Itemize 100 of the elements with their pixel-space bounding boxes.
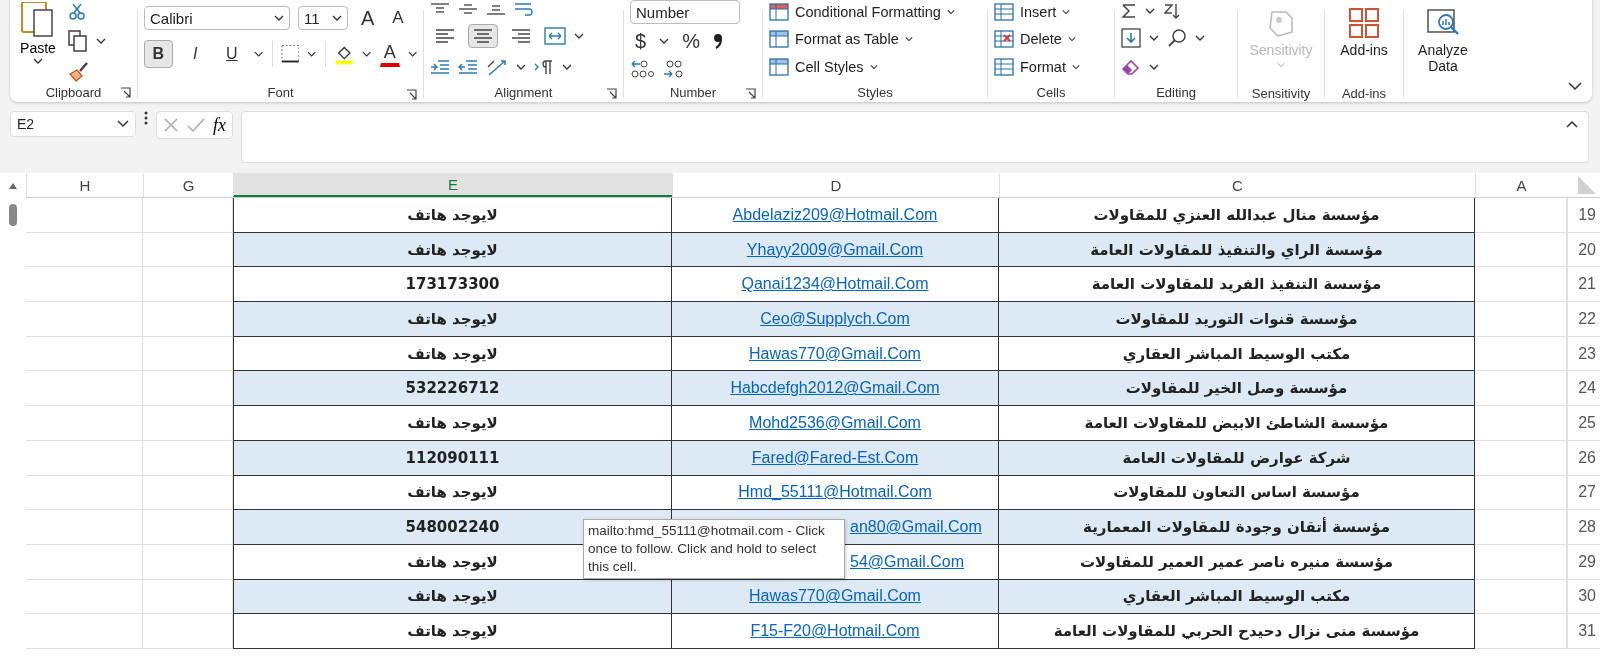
table-cell: لايوجد هاتف: [233, 232, 672, 268]
styles-menu-button[interactable]: Conditional Formatting: [769, 2, 981, 21]
dialog-launcher-icon[interactable]: [606, 87, 617, 99]
caret-icon: [946, 8, 955, 15]
caret-icon[interactable]: [407, 51, 417, 57]
cells-menu-button[interactable]: Insert: [994, 2, 1108, 21]
caret-icon[interactable]: [307, 51, 317, 57]
table-cell: لايوجد هاتف: [233, 614, 672, 649]
merge-icon[interactable]: [544, 27, 566, 46]
add-ins-button[interactable]: Add-ins: [1340, 8, 1388, 58]
scrollbar-thumb[interactable]: [9, 204, 17, 226]
email-link[interactable]: Mohd2536@Gmail.Com: [749, 413, 921, 432]
email-link[interactable]: Fared@Fared-Est.Com: [751, 448, 919, 467]
caret-icon: [904, 36, 913, 43]
caret-icon[interactable]: [562, 63, 572, 70]
email-link[interactable]: 54@Gmail.Com: [850, 552, 965, 571]
shrink-font-button[interactable]: A: [387, 4, 409, 32]
wrap-text-icon[interactable]: [514, 2, 534, 17]
email-link[interactable]: Ceo@Supplych.Com: [760, 309, 910, 328]
caret-icon[interactable]: [1149, 63, 1159, 70]
table-cell: لايوجد هاتف: [233, 406, 672, 441]
fill-down-icon[interactable]: [1121, 28, 1141, 49]
insert-function-button[interactable]: fx: [213, 114, 226, 136]
collapse-icon[interactable]: [1566, 120, 1578, 128]
email-link[interactable]: Hawas770@Gmail.Com: [749, 344, 921, 363]
eraser-icon[interactable]: [1121, 57, 1141, 76]
sum-icon[interactable]: [1121, 3, 1137, 18]
dialog-launcher-icon[interactable]: [120, 87, 131, 98]
email-link[interactable]: F15-F20@Hotmail.Com: [750, 622, 920, 641]
decrease-decimal-icon[interactable]: [662, 58, 686, 79]
grow-font-button[interactable]: A: [356, 4, 380, 32]
name-box[interactable]: E2: [10, 111, 136, 137]
copy-icon[interactable]: [68, 30, 88, 52]
column-header[interactable]: G: [143, 173, 233, 197]
underline-button[interactable]: U: [217, 40, 247, 68]
formula-input[interactable]: [241, 111, 1589, 163]
styles-menu-button[interactable]: Format as Table: [769, 30, 981, 49]
caret-icon[interactable]: [254, 51, 264, 57]
more-options-icon[interactable]: [144, 111, 148, 125]
align-right-icon: [511, 28, 531, 45]
email-link[interactable]: Abdelaziz209@Hotmail.Com: [732, 205, 938, 224]
email-link[interactable]: Qanai1234@Hotmail.Com: [741, 275, 929, 294]
table-cell: لايوجد هاتف: [233, 579, 672, 615]
caret-icon[interactable]: [1145, 7, 1155, 14]
search-icon[interactable]: [1167, 28, 1187, 49]
scroll-up-icon[interactable]: [8, 182, 18, 190]
row-number: 31: [1567, 614, 1600, 649]
caret-icon: [1062, 8, 1071, 15]
scissors-icon[interactable]: [68, 4, 86, 20]
font-size-dropdown[interactable]: 11: [298, 6, 348, 30]
font-name-dropdown[interactable]: Calibri: [144, 6, 290, 30]
caret-icon: [1071, 63, 1080, 70]
dialog-launcher-icon[interactable]: [745, 87, 756, 99]
caret-icon[interactable]: [96, 38, 106, 44]
bold-button[interactable]: B: [144, 40, 173, 68]
caret-icon[interactable]: [362, 51, 372, 57]
cells-menu-button[interactable]: Format: [994, 57, 1108, 76]
column-header[interactable]: E: [233, 173, 672, 197]
percent-button[interactable]: %: [677, 28, 705, 55]
increase-decimal-icon[interactable]: [630, 58, 654, 79]
analyze-data-button[interactable]: Analyze Data: [1413, 8, 1473, 74]
column-header[interactable]: A: [1475, 173, 1567, 197]
group-label: Sensitivity: [1251, 85, 1311, 101]
number-format-dropdown[interactable]: Number: [630, 0, 740, 25]
caret-icon[interactable]: [659, 38, 670, 45]
caret-icon[interactable]: [516, 63, 526, 70]
table-cell: لايوجد هاتف: [233, 336, 672, 372]
caret-icon[interactable]: [574, 33, 584, 40]
email-link[interactable]: Yhayy2009@Gmail.Com: [746, 240, 924, 259]
table-cell: 532226712: [233, 371, 672, 407]
checkmark-icon[interactable]: [187, 117, 205, 133]
styles-menu-button[interactable]: Cell Styles: [769, 57, 981, 76]
row-number: 22: [1567, 302, 1600, 337]
paintbrush-icon[interactable]: [68, 62, 90, 82]
grid-icon: [994, 57, 1014, 76]
italic-button[interactable]: I: [180, 40, 210, 68]
font-color-button[interactable]: A: [379, 41, 400, 67]
caret-icon[interactable]: [1195, 35, 1205, 42]
collapse-ribbon-icon[interactable]: [1568, 82, 1582, 90]
table-cell: مؤسسة منال عبدالله العنزي للمقاولات: [999, 198, 1475, 233]
cells-menu-button[interactable]: Delete: [994, 30, 1108, 49]
caret-icon[interactable]: [1149, 35, 1159, 42]
currency-button[interactable]: $: [630, 28, 652, 55]
sort-icon[interactable]: [1163, 2, 1181, 19]
align-center-button[interactable]: [468, 24, 498, 49]
middle-align-icon[interactable]: [458, 2, 478, 17]
email-link[interactable]: an80@Gmail.Com: [850, 518, 982, 537]
email-link[interactable]: Hmd_55111@Hotmail.Com: [738, 483, 932, 502]
text-direction-icon[interactable]: [534, 58, 554, 75]
email-link[interactable]: Hawas770@Gmail.Com: [749, 587, 921, 606]
dialog-launcher-icon[interactable]: [406, 88, 417, 100]
paste-button[interactable]: Paste: [16, 0, 60, 64]
column-header[interactable]: H: [26, 173, 143, 197]
comma-icon[interactable]: [712, 32, 723, 51]
column-header[interactable]: C: [999, 173, 1475, 197]
indent-icon[interactable]: [430, 58, 450, 75]
bottom-align-icon[interactable]: [486, 2, 506, 17]
email-link[interactable]: Habcdefgh2012@Gmail.Com: [730, 379, 940, 398]
borders-icon[interactable]: [280, 44, 300, 64]
outdent-icon[interactable]: [458, 58, 478, 75]
